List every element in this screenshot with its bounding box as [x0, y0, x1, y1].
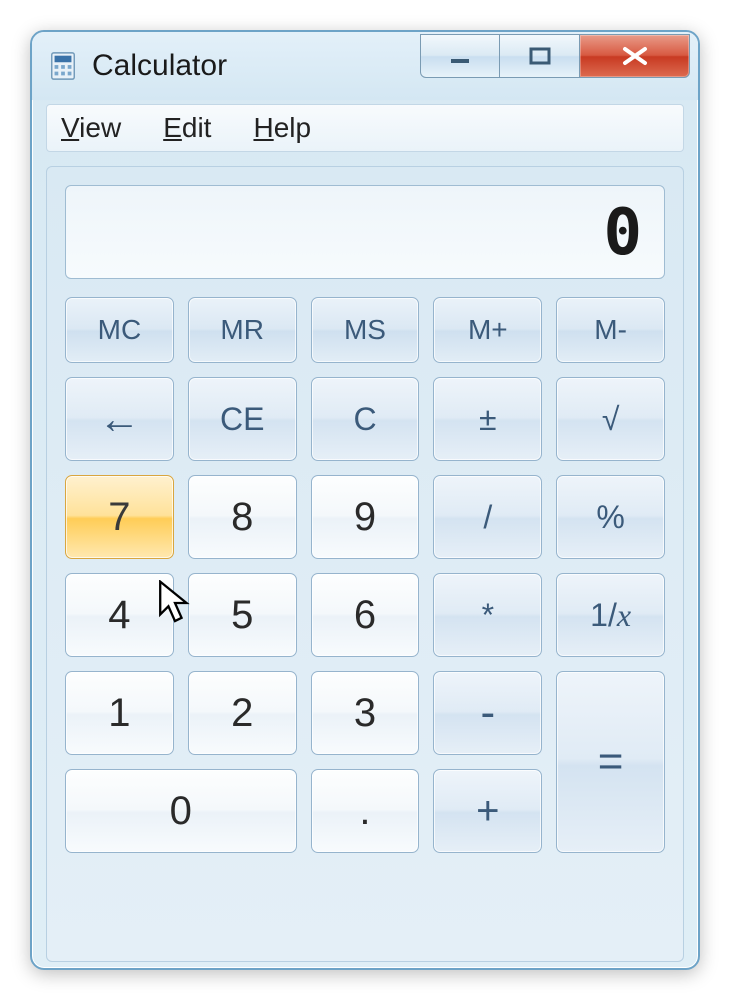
digit-9-button[interactable]: 9	[311, 475, 420, 559]
minimize-icon	[447, 47, 473, 65]
keypad: MC MR MS M+ M- ← CE C ± √ 7 8 9 / % 4 5 …	[65, 297, 665, 951]
digit-2-button[interactable]: 2	[188, 671, 297, 755]
divide-button[interactable]: /	[433, 475, 542, 559]
calculator-icon	[48, 51, 78, 81]
digit-3-button[interactable]: 3	[311, 671, 420, 755]
window-title: Calculator	[92, 49, 420, 83]
menu-help[interactable]: Help	[247, 110, 317, 146]
calculator-window: Calculator View Edit Help 0 MC MR M	[30, 30, 700, 970]
reciprocal-button[interactable]: 1/x	[556, 573, 665, 657]
multiply-button[interactable]: *	[433, 573, 542, 657]
backspace-button[interactable]: ←	[65, 377, 174, 461]
maximize-button[interactable]	[500, 34, 580, 78]
menubar: View Edit Help	[46, 104, 684, 152]
calculator-body: 0 MC MR MS M+ M- ← CE C ± √ 7 8 9 / % 4 …	[46, 166, 684, 962]
titlebar[interactable]: Calculator	[32, 32, 698, 100]
digit-6-button[interactable]: 6	[311, 573, 420, 657]
mc-button[interactable]: MC	[65, 297, 174, 363]
add-button[interactable]: +	[433, 769, 542, 853]
digit-4-button[interactable]: 4	[65, 573, 174, 657]
close-button[interactable]	[580, 34, 690, 78]
window-controls	[420, 34, 690, 78]
display-value: 0	[603, 196, 642, 270]
percent-button[interactable]: %	[556, 475, 665, 559]
digit-5-button[interactable]: 5	[188, 573, 297, 657]
digit-1-button[interactable]: 1	[65, 671, 174, 755]
sqrt-button[interactable]: √	[556, 377, 665, 461]
digit-8-button[interactable]: 8	[188, 475, 297, 559]
mr-button[interactable]: MR	[188, 297, 297, 363]
display: 0	[65, 185, 665, 279]
decimal-button[interactable]: .	[311, 769, 420, 853]
ce-button[interactable]: CE	[188, 377, 297, 461]
close-icon	[620, 45, 650, 67]
maximize-icon	[529, 47, 551, 65]
mplus-button[interactable]: M+	[433, 297, 542, 363]
minimize-button[interactable]	[420, 34, 500, 78]
c-button[interactable]: C	[311, 377, 420, 461]
ms-button[interactable]: MS	[311, 297, 420, 363]
menu-edit[interactable]: Edit	[157, 110, 217, 146]
reciprocal-label: 1/x	[590, 597, 631, 634]
mminus-button[interactable]: M-	[556, 297, 665, 363]
menu-view[interactable]: View	[55, 110, 127, 146]
digit-0-button[interactable]: 0	[65, 769, 297, 853]
negate-button[interactable]: ±	[433, 377, 542, 461]
digit-7-button[interactable]: 7	[65, 475, 174, 559]
subtract-button[interactable]: -	[433, 671, 542, 755]
equals-button[interactable]: =	[556, 671, 665, 853]
